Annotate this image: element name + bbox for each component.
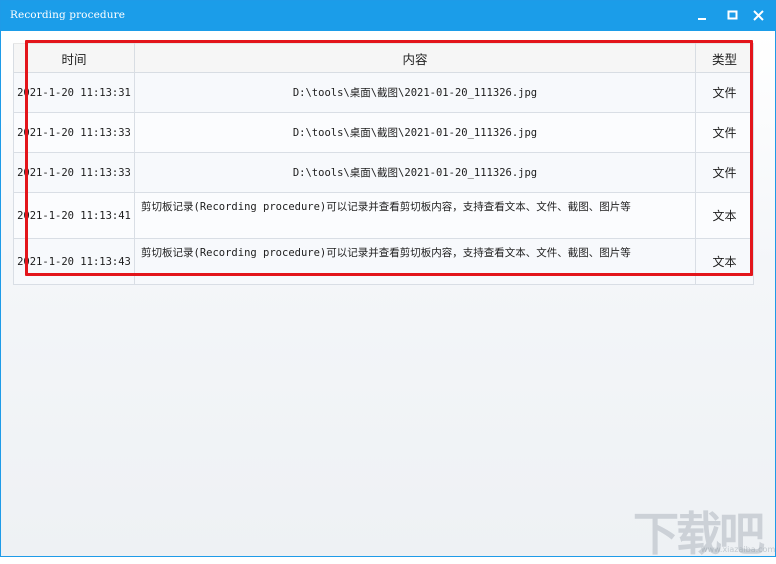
table-header-row: 时间 内容 类型 [13,43,754,73]
cell-content: D:\tools\桌面\截图\2021-01-20_111326.jpg [134,152,696,193]
column-header-time[interactable]: 时间 [13,43,135,73]
minimize-button[interactable] [693,7,711,25]
maximize-icon [727,10,738,20]
cell-content: D:\tools\桌面\截图\2021-01-20_111326.jpg [134,72,696,113]
cell-content: D:\tools\桌面\截图\2021-01-20_111326.jpg [134,112,696,153]
clipboard-history-table: 时间 内容 类型 2021-1-20 11:13:31 D:\tools\桌面\… [13,43,754,285]
cell-time: 2021-1-20 11:13:31 [13,72,135,113]
title-bar[interactable]: Recording procedure [1,1,775,31]
cell-type: 文件 [695,152,754,193]
table-row[interactable]: 2021-1-20 11:13:33 D:\tools\桌面\截图\2021-0… [13,112,754,153]
cell-type: 文件 [695,112,754,153]
cell-type: 文件 [695,72,754,113]
cell-type: 文本 [695,238,754,285]
watermark-logo: 下载吧 [633,507,765,561]
column-header-type[interactable]: 类型 [695,43,754,73]
cell-time: 2021-1-20 11:13:43 [13,238,135,285]
table-row[interactable]: 2021-1-20 11:13:33 D:\tools\桌面\截图\2021-0… [13,152,754,193]
cell-time: 2021-1-20 11:13:33 [13,152,135,193]
cell-content: 剪切板记录(Recording procedure)可以记录并查看剪切板内容，支… [134,192,696,239]
table-row[interactable]: 2021-1-20 11:13:43 剪切板记录(Recording proce… [13,238,754,285]
maximize-button[interactable] [724,7,742,25]
window-title: Recording procedure [10,9,126,21]
column-header-content[interactable]: 内容 [134,43,696,73]
close-icon [753,10,764,21]
cell-time: 2021-1-20 11:13:33 [13,112,135,153]
table-row[interactable]: 2021-1-20 11:13:41 剪切板记录(Recording proce… [13,192,754,239]
table-row[interactable]: 2021-1-20 11:13:31 D:\tools\桌面\截图\2021-0… [13,72,754,113]
cell-type: 文本 [695,192,754,239]
cell-content: 剪切板记录(Recording procedure)可以记录并查看剪切板内容，支… [134,238,696,285]
app-window: Recording procedure 时间 内容 类型 2021-1-20 1… [0,0,776,561]
close-button[interactable] [750,7,768,25]
cell-time: 2021-1-20 11:13:41 [13,192,135,239]
watermark-url: www.xiazaiba.com [701,545,776,554]
minimize-icon [698,18,706,20]
